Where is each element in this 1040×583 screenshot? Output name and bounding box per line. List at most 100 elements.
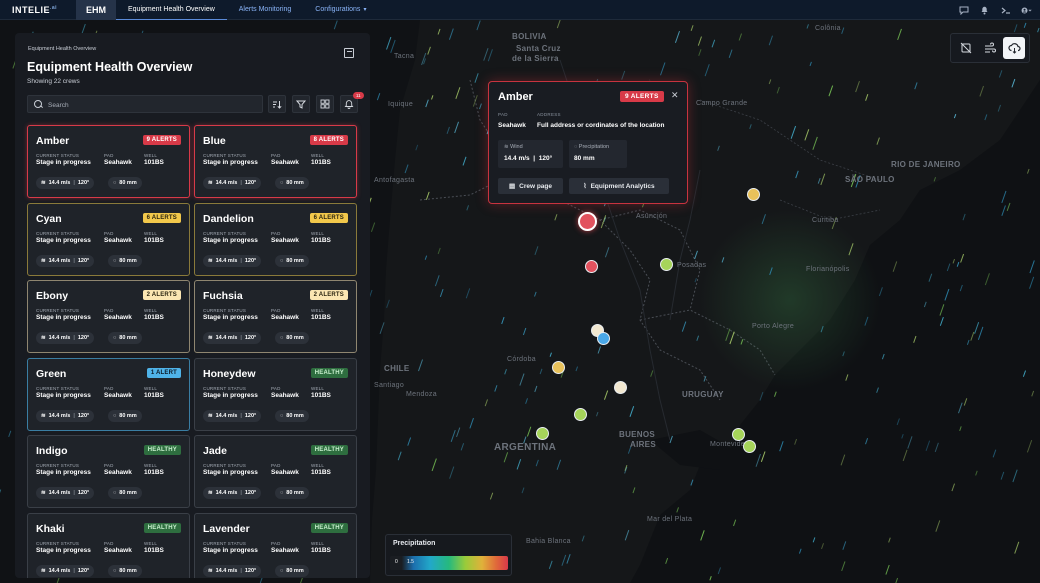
crew-card-indigo[interactable]: Indigo HEALTHY CURRENT STATUS Stage in prog…	[27, 435, 190, 508]
pad-value: Seahawk	[104, 236, 132, 244]
wind-streak	[804, 129, 810, 141]
crew-marker-green[interactable]	[536, 427, 549, 440]
status-badge: HEALTHY	[310, 522, 348, 533]
crew-card-green[interactable]: Green 1 ALERT CURRENT STATUS Stage in progr…	[27, 357, 190, 431]
current-status-value: Stage in progress	[36, 469, 91, 476]
sort-button[interactable]	[268, 95, 286, 113]
wind-streak	[749, 124, 752, 129]
close-icon[interactable]: ✕	[671, 90, 679, 101]
crew-marker-green[interactable]	[574, 408, 587, 421]
terminal-icon[interactable]	[1000, 5, 1011, 16]
wind-streak	[1001, 190, 1007, 204]
wind-streak	[597, 346, 602, 354]
map-label-antofagasta: Antofagasta	[374, 177, 415, 184]
wind-layer-button[interactable]	[979, 37, 1001, 59]
crew-marker-yellow[interactable]	[747, 188, 760, 201]
pad-value: Seahawk	[104, 391, 132, 399]
current-status-label: CURRENT STATUS	[36, 463, 80, 468]
crew-popup: Amber 9 ALERTS ✕ PAD Seahawk ADDRESS Ful…	[488, 81, 688, 204]
intelie-logo: INTELIE.ai	[12, 4, 58, 15]
crew-card-lavender[interactable]: Lavender HEALTHY CURRENT STATUS Stage in pr…	[194, 512, 357, 578]
wind-chip: ≋ 14.4 m/s | 120°	[203, 177, 262, 189]
popup-wind-box: ≋ Wind 14.4 m/s | 120°	[498, 140, 563, 168]
crew-marker-cream[interactable]	[614, 381, 627, 394]
well-label: WELL	[144, 385, 158, 391]
map-label-colonia: Colônia	[815, 25, 841, 32]
wind-streak	[865, 438, 869, 445]
well-value: 101BS	[311, 469, 331, 476]
wind-streak	[669, 435, 673, 444]
wind-streak	[776, 86, 780, 94]
hide-layers-button[interactable]	[955, 37, 977, 59]
wind-streak	[717, 567, 721, 575]
wind-streak	[966, 339, 970, 345]
tab-alerts-monitoring[interactable]: Alerts Monitoring	[227, 0, 304, 20]
crew-marker-blue[interactable]	[597, 332, 610, 345]
crew-card-blue[interactable]: Blue 8 ALERTS CURRENT STATUS Stage in progr…	[194, 125, 357, 198]
crew-marker-yellow[interactable]	[552, 361, 565, 374]
wind-streak	[755, 453, 761, 467]
crew-card-fuchsia[interactable]: Fuchsia 2 ALERTS CURRENT STATUS Stage in pr…	[194, 280, 357, 353]
current-status-value: Stage in progress	[203, 391, 258, 399]
precipitation-chip: ◌ 80 mm	[275, 564, 309, 577]
map-label-uruguay: URUGUAY	[682, 390, 724, 399]
crew-card-khaki[interactable]: Khaki HEALTHY CURRENT STATUS Stage in progr…	[27, 512, 190, 578]
wind-streak	[449, 466, 455, 479]
wind-streak	[386, 36, 392, 50]
crew-card-honeydew[interactable]: Honeydew HEALTHY CURRENT STATUS Stage in pr…	[194, 357, 357, 431]
wind-streak	[425, 191, 430, 200]
wind-streak	[769, 267, 773, 276]
wind-streak	[376, 93, 381, 101]
crew-card-dandelion[interactable]: Dandelion 6 ALERTS CURRENT STATUS Stage in …	[194, 202, 357, 276]
wind-streak	[424, 255, 428, 260]
chat-icon[interactable]	[958, 5, 969, 16]
popup-precipitation-value: 80 mm	[574, 155, 595, 162]
wind-streak	[820, 325, 824, 333]
user-avatar-icon[interactable]	[1021, 5, 1032, 16]
tab-configurations[interactable]: Configurations ▾	[303, 0, 378, 20]
pad-value: Seahawk	[104, 469, 132, 476]
wind-streak	[759, 391, 764, 401]
crew-card-amber[interactable]: Amber 9 ALERTS CURRENT STATUS Stage in prog…	[27, 125, 190, 198]
wind-streak	[798, 548, 802, 554]
search-input[interactable]	[46, 98, 250, 112]
droplet-icon: ◌	[113, 257, 117, 264]
wind-streak	[534, 385, 538, 393]
map-label-cordoba: Córdoba	[507, 356, 536, 363]
crew-page-button[interactable]: ▤ Crew page	[498, 178, 563, 194]
status-badge: 6 ALERTS	[309, 212, 348, 223]
wind-streak	[404, 164, 409, 174]
wind-streak	[1037, 27, 1040, 33]
precipitation-chip: ◌ 80 mm	[108, 254, 142, 267]
crew-marker-green[interactable]	[743, 440, 756, 453]
popup-precipitation-box: ◌ Precipitation 80 mm	[569, 140, 627, 168]
tab-equipment-health-overview[interactable]: Equipment Health Overview	[116, 0, 227, 20]
crew-card-ebony[interactable]: Ebony 2 ALERTS CURRENT STATUS Stage in prog…	[27, 280, 190, 353]
bell-icon[interactable]	[979, 5, 990, 16]
wind-streak	[842, 541, 847, 550]
crew-marker-green[interactable]	[732, 428, 745, 441]
collapse-panel-icon[interactable]	[344, 48, 354, 58]
crew-name: Cyan	[36, 212, 62, 225]
crew-marker-green[interactable]	[660, 258, 673, 271]
wind-streak	[460, 443, 465, 451]
wind-streak	[535, 459, 539, 467]
wind-streak	[959, 284, 963, 292]
grid-view-button[interactable]	[316, 95, 334, 113]
search-field[interactable]	[27, 95, 263, 113]
filter-button[interactable]	[292, 95, 310, 113]
crew-marker-red[interactable]	[585, 260, 598, 273]
droplet-icon: ◌	[113, 335, 117, 341]
wind-streak	[556, 459, 562, 470]
wind-streak	[896, 418, 900, 426]
precipitation-layer-button[interactable]	[1003, 37, 1025, 59]
wind-streak	[596, 411, 599, 417]
popup-wind-label: ≋ Wind	[504, 144, 523, 150]
current-status-label: CURRENT STATUS	[36, 308, 80, 313]
crew-card-jade[interactable]: Jade HEALTHY CURRENT STATUS Stage in progre…	[194, 435, 357, 508]
wind-streak	[603, 390, 609, 400]
crew-card-cyan[interactable]: Cyan 6 ALERTS CURRENT STATUS Stage in progr…	[27, 202, 190, 276]
wind-streak	[370, 222, 376, 232]
crew-marker-amber[interactable]	[578, 212, 597, 231]
equipment-analytics-button[interactable]: ⌇ Equipment Analytics	[569, 178, 669, 194]
